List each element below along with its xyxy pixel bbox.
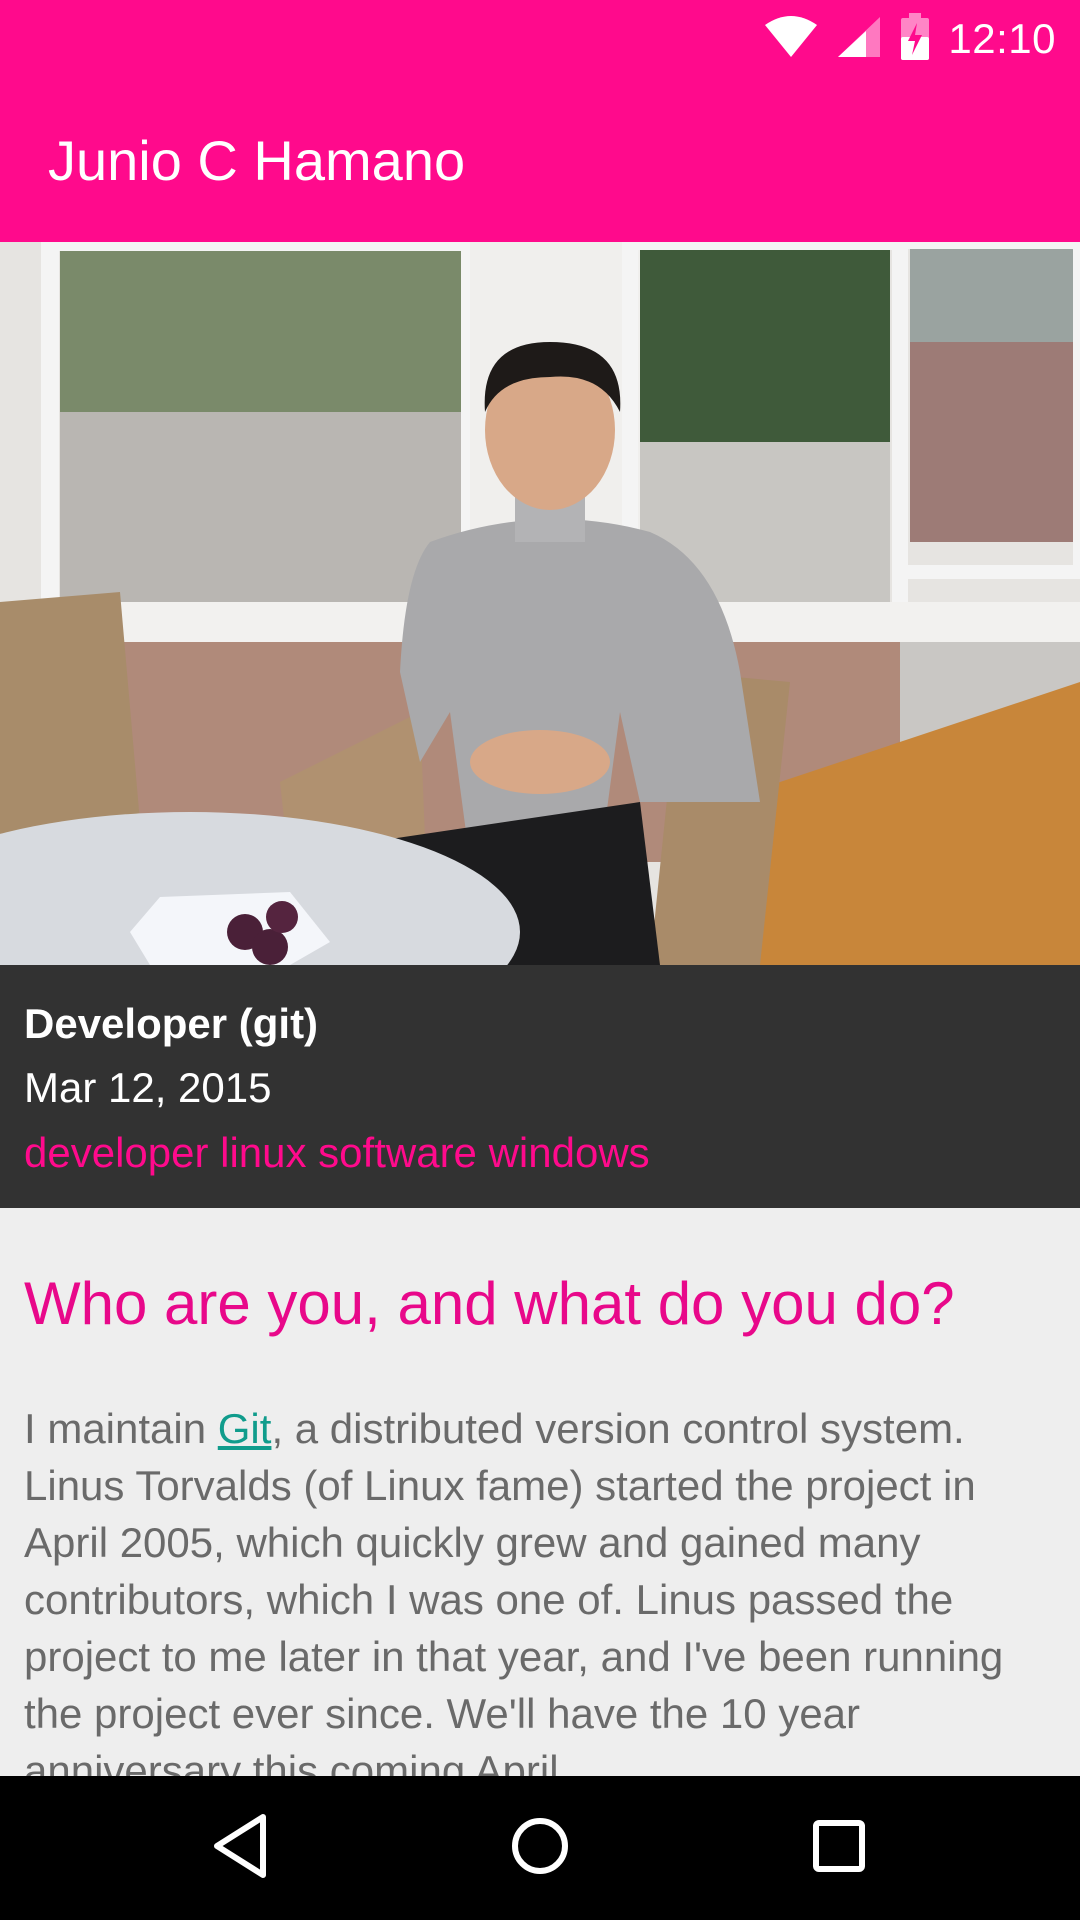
status-bar: 12:10 <box>0 0 1080 76</box>
status-time: 12:10 <box>948 15 1056 62</box>
question-heading: Who are you, and what do you do? <box>24 1270 955 1337</box>
status-icons: 12:10 <box>764 12 1056 66</box>
home-button[interactable] <box>504 1812 576 1884</box>
screen: 12:10 Junio C Hamano Developer (git) Mar… <box>0 0 1080 1920</box>
tags-label[interactable]: developer linux software windows <box>24 1127 650 1179</box>
app-bar: 12:10 Junio C Hamano <box>0 0 1080 242</box>
back-button[interactable] <box>205 1812 277 1884</box>
date-label: Mar 12, 2015 <box>24 1064 272 1111</box>
navigation-bar <box>0 1776 1080 1920</box>
role-label: Developer (git) <box>24 1000 319 1047</box>
article-content[interactable]: Who are you, and what do you do? I maint… <box>0 1208 1080 1776</box>
answer-prefix: I maintain <box>24 1405 218 1452</box>
wifi-icon <box>764 15 818 64</box>
git-link[interactable]: Git <box>218 1405 272 1452</box>
recents-icon <box>811 1818 867 1879</box>
answer-text: , a distributed version control system. … <box>24 1405 1004 1776</box>
recents-button[interactable] <box>803 1812 875 1884</box>
portrait-photo <box>0 242 1080 965</box>
battery-charging-icon <box>900 12 930 66</box>
back-icon <box>211 1813 271 1884</box>
app-title: Junio C Hamano <box>48 129 466 192</box>
home-icon <box>510 1816 570 1881</box>
cell-signal-icon <box>836 15 882 64</box>
answer-paragraph: I maintain Git, a distributed version co… <box>24 1400 1059 1776</box>
